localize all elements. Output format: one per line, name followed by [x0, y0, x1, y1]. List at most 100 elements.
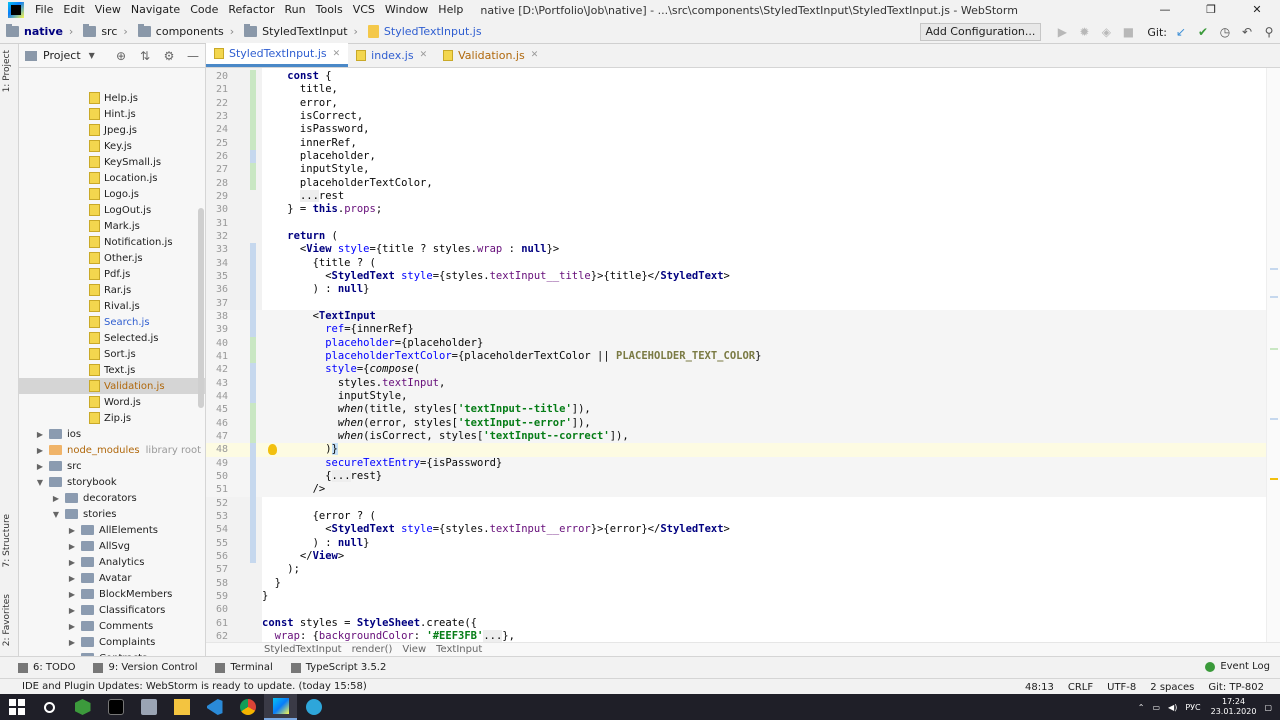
vcs-change-marker[interactable]	[250, 109, 256, 124]
tree-file-item[interactable]: Location.js	[19, 170, 205, 186]
code-line[interactable]: 21 title,	[206, 83, 1266, 97]
vcs-change-marker[interactable]	[250, 96, 256, 110]
code-line[interactable]: 26 placeholder,	[206, 149, 1266, 164]
code-line[interactable]: 38 <TextInput	[206, 309, 1266, 324]
tree-folder-item[interactable]: ▶ node_modules library root	[19, 442, 205, 458]
taskbar-app-telegram[interactable]	[297, 694, 330, 720]
code-line[interactable]: 32 return (	[206, 230, 1266, 243]
vcs-change-marker[interactable]	[250, 83, 256, 97]
code-line[interactable]: 42 style={compose(	[206, 363, 1266, 377]
tree-folder-item[interactable]: ▼ stories	[19, 506, 205, 522]
taskbar-app-5[interactable]	[198, 694, 231, 720]
vcs-change-marker[interactable]	[250, 136, 256, 150]
tab-styledtextinput[interactable]: StyledTextInput.js ✕	[206, 43, 349, 67]
breadcrumb-components[interactable]: components ›	[132, 24, 238, 38]
code-line[interactable]: 49 secureTextEntry={isPassword}	[206, 456, 1266, 470]
code-line[interactable]: 22 error,	[206, 96, 1266, 110]
project-tool-tab[interactable]: 1: Project	[2, 50, 12, 92]
search-taskbar-button[interactable]	[33, 694, 66, 720]
editor-scrollbar[interactable]	[1266, 68, 1280, 648]
close-button[interactable]: ✕	[1234, 0, 1280, 20]
menu-help[interactable]: Help	[433, 0, 468, 20]
menu-vcs[interactable]: VCS	[348, 0, 380, 20]
favorites-tool-tab[interactable]: 2: Favorites	[2, 594, 12, 646]
code-line[interactable]: 37	[206, 296, 1266, 310]
code-line[interactable]: 53 {error ? (	[206, 509, 1266, 524]
code-line[interactable]: 46 when(error, styles['textInput--error'…	[206, 416, 1266, 430]
code-area[interactable]: 20 const {21 title, 22 error, 23 isCorrect…	[206, 68, 1280, 648]
chevron-right-icon[interactable]: ▶	[67, 638, 77, 647]
vcs-change-marker[interactable]	[250, 416, 256, 430]
event-log-button[interactable]: Event Log	[1205, 661, 1270, 672]
vcs-change-marker[interactable]	[250, 323, 256, 337]
run-icon[interactable]: ▶	[1051, 20, 1073, 44]
tree-file-item[interactable]: Help.js	[19, 90, 205, 106]
gear-icon[interactable]: ⚙	[157, 49, 181, 63]
tree-file-item[interactable]: Text.js	[19, 362, 205, 378]
menu-run[interactable]: Run	[280, 0, 311, 20]
tree-file-item[interactable]: Word.js	[19, 394, 205, 410]
debug-icon[interactable]: ✹	[1073, 20, 1095, 44]
breadcrumb-render[interactable]: render()	[352, 644, 393, 655]
clock[interactable]: 17:24 23.01.2020	[1211, 697, 1257, 717]
tree-folder-item[interactable]: ▶ AllElements	[19, 522, 205, 538]
vcs-change-marker[interactable]	[250, 469, 256, 484]
code-line[interactable]: 40 placeholder={placeholder}	[206, 336, 1266, 350]
chevron-right-icon[interactable]: ▶	[67, 606, 77, 615]
indent-setting[interactable]: 2 spaces	[1150, 682, 1194, 693]
taskbar-app-webstorm[interactable]	[264, 694, 297, 720]
vcs-change-marker[interactable]	[250, 243, 256, 257]
tree-folder-item[interactable]: ▶ src	[19, 458, 205, 474]
menu-window[interactable]: Window	[380, 0, 433, 20]
tree-file-item[interactable]: Notification.js	[19, 234, 205, 250]
chevron-right-icon[interactable]: ▶	[51, 494, 61, 503]
maximize-button[interactable]: ❐	[1188, 0, 1234, 20]
vcs-change-marker[interactable]	[250, 349, 256, 364]
code-line[interactable]: 24 isPassword,	[206, 123, 1266, 137]
menu-code[interactable]: Code	[185, 0, 223, 20]
tree-file-item[interactable]: Hint.js	[19, 106, 205, 122]
code-line[interactable]: 56 </View>	[206, 549, 1266, 564]
code-line[interactable]: 41 placeholderTextColor={placeholderText…	[206, 349, 1266, 364]
tree-file-item[interactable]: Jpeg.js	[19, 122, 205, 138]
breadcrumb-styledtextinput[interactable]: StyledTextInput ›	[238, 24, 362, 38]
chevron-down-icon[interactable]: ▼	[89, 51, 95, 60]
chevron-right-icon[interactable]: ▶	[67, 574, 77, 583]
vcs-change-marker[interactable]	[250, 549, 256, 564]
tree-folder-item[interactable]: ▶ Complaints	[19, 634, 205, 650]
terminal-tool-button[interactable]: Terminal	[215, 662, 273, 673]
taskbar-app-6[interactable]	[231, 694, 264, 720]
collapse-icon[interactable]: ⇅	[133, 49, 157, 63]
chevron-right-icon[interactable]: ▶	[35, 446, 45, 455]
tree-file-item[interactable]: Other.js	[19, 250, 205, 266]
menu-file[interactable]: File	[30, 0, 58, 20]
vcs-change-marker[interactable]	[250, 389, 256, 404]
tray-chevron-icon[interactable]: ⌃	[1138, 703, 1145, 712]
code-line[interactable]: 29 ...rest	[206, 189, 1266, 203]
git-update-icon[interactable]: ↙	[1170, 20, 1192, 44]
breadcrumb-file[interactable]: StyledTextInput.js	[362, 25, 486, 38]
code-line[interactable]: 61 const styles = StyleSheet.create({	[206, 617, 1266, 630]
todo-tool-button[interactable]: 6: TODO	[18, 662, 75, 673]
menu-refactor[interactable]: Refactor	[223, 0, 279, 20]
vcs-change-marker[interactable]	[250, 523, 256, 537]
code-line[interactable]: 43 styles.textInput,	[206, 376, 1266, 390]
tree-folder-item[interactable]: ▶ BlockMembers	[19, 586, 205, 602]
version-control-tool-button[interactable]: 9: Version Control	[93, 662, 197, 673]
menu-navigate[interactable]: Navigate	[126, 0, 185, 20]
git-history-icon[interactable]: ◷	[1214, 20, 1236, 44]
vcs-change-marker[interactable]	[250, 403, 256, 417]
tree-folder-item[interactable]: ▶ decorators	[19, 490, 205, 506]
close-tab-icon[interactable]: ✕	[333, 49, 341, 59]
chevron-right-icon[interactable]: ▶	[67, 542, 77, 551]
code-line[interactable]: 36 ) : null}	[206, 283, 1266, 297]
tree-file-item[interactable]: Search.js	[19, 314, 205, 330]
vcs-change-marker[interactable]	[250, 269, 256, 284]
tree-file-item[interactable]: Rival.js	[19, 298, 205, 314]
caret-position[interactable]: 48:13	[1025, 682, 1054, 693]
typescript-tool-button[interactable]: TypeScript 3.5.2	[290, 662, 386, 673]
code-line[interactable]: 25 innerRef,	[206, 136, 1266, 150]
tree-folder-item[interactable]: ▼ storybook	[19, 474, 205, 490]
tree-file-item[interactable]: LogOut.js	[19, 202, 205, 218]
code-line[interactable]: 59}	[206, 590, 1266, 603]
